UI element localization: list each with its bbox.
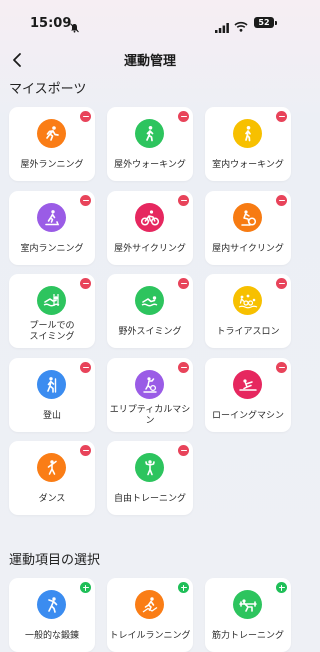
general-exercise-icon	[37, 590, 66, 619]
remove-button[interactable]	[80, 111, 91, 122]
remove-button[interactable]	[178, 111, 189, 122]
sport-label: 屋内サイクリング	[212, 243, 284, 254]
outdoor-walking-icon	[135, 119, 164, 148]
sport-card-free-training[interactable]: 自由トレーニング	[107, 441, 193, 515]
remove-button[interactable]	[276, 362, 287, 373]
sport-label: 室内ウォーキング	[212, 159, 284, 170]
sport-label: ローイングマシン	[211, 410, 284, 421]
select-sports-title: 運動項目の選択	[9, 553, 101, 568]
elliptical-icon	[135, 370, 164, 399]
indoor-walking-icon	[233, 119, 262, 148]
sport-card-indoor-running[interactable]: 室内ランニング	[9, 191, 95, 265]
sport-card-dance[interactable]: ダンス	[9, 441, 95, 515]
remove-button[interactable]	[80, 362, 91, 373]
sport-label: 野外スイミング	[118, 326, 182, 337]
remove-button[interactable]	[276, 195, 287, 206]
sport-label: エリプティカルマシン	[109, 405, 191, 426]
nav-bar: 運動管理	[0, 46, 300, 74]
remove-button[interactable]	[178, 195, 189, 206]
sport-label: プールでの スイミング	[29, 321, 75, 342]
rowing-machine-icon	[233, 370, 262, 399]
remove-button[interactable]	[80, 278, 91, 289]
free-training-icon	[135, 453, 164, 482]
sport-label: 一般的な鍛錬	[24, 630, 79, 641]
trail-running-icon	[135, 590, 164, 619]
strength-training-icon	[233, 590, 262, 619]
sport-card-rowing-machine[interactable]: ローイングマシン	[205, 358, 291, 432]
sport-card-outdoor-walking[interactable]: 屋外ウォーキング	[107, 107, 193, 181]
sport-card-strength-training[interactable]: 筋力トレーニング	[205, 578, 291, 652]
sport-label: 室内ランニング	[20, 243, 84, 254]
sport-card-pool-swimming[interactable]: プールでの スイミング	[9, 274, 95, 348]
sport-card-climbing[interactable]: 登山	[9, 358, 95, 432]
remove-button[interactable]	[178, 362, 189, 373]
sport-card-indoor-walking[interactable]: 室内ウォーキング	[205, 107, 291, 181]
bell-slash-icon	[70, 18, 79, 37]
sport-label: 登山	[42, 410, 61, 421]
sport-card-open-water-swimming[interactable]: 野外スイミング	[107, 274, 193, 348]
sport-label: 屋外ランニング	[20, 159, 84, 170]
indoor-running-icon	[37, 203, 66, 232]
signal-icon	[215, 18, 229, 37]
remove-button[interactable]	[178, 278, 189, 289]
status-bar: 15:09 52	[0, 0, 300, 46]
open-water-swimming-icon	[135, 286, 164, 315]
add-button[interactable]	[178, 582, 189, 593]
remove-button[interactable]	[276, 111, 287, 122]
sport-label: トライアスロン	[216, 326, 280, 337]
my-sports-title: マイスポーツ	[9, 82, 87, 97]
outdoor-cycling-icon	[135, 203, 164, 232]
sport-label: 筋力トレーニング	[211, 630, 284, 641]
sport-card-outdoor-cycling[interactable]: 屋外サイクリング	[107, 191, 193, 265]
sport-card-general-exercise[interactable]: 一般的な鍛錬	[9, 578, 95, 652]
sport-card-triathlon[interactable]: トライアスロン	[205, 274, 291, 348]
remove-button[interactable]	[276, 278, 287, 289]
add-button[interactable]	[80, 582, 91, 593]
dance-icon	[37, 453, 66, 482]
sport-card-outdoor-running[interactable]: 屋外ランニング	[9, 107, 95, 181]
remove-button[interactable]	[80, 445, 91, 456]
remove-button[interactable]	[178, 445, 189, 456]
sport-label: ダンス	[38, 493, 66, 504]
outdoor-running-icon	[37, 119, 66, 148]
sport-card-indoor-cycling[interactable]: 屋内サイクリング	[205, 191, 291, 265]
status-time: 15:09	[30, 16, 72, 31]
pool-swimming-icon	[37, 286, 66, 315]
triathlon-icon	[233, 286, 262, 315]
add-button[interactable]	[276, 582, 287, 593]
climbing-icon	[37, 370, 66, 399]
sport-card-elliptical[interactable]: エリプティカルマシン	[107, 358, 193, 432]
battery-indicator: 52	[254, 17, 277, 28]
page-title: 運動管理	[123, 54, 176, 69]
wifi-icon	[234, 17, 248, 36]
sport-label: 自由トレーニング	[113, 493, 186, 504]
indoor-cycling-icon	[233, 203, 262, 232]
sport-label: 屋外ウォーキング	[114, 159, 186, 170]
sport-label: 屋外サイクリング	[114, 243, 186, 254]
sport-label: トレイルランニング	[109, 630, 191, 641]
sport-card-trail-running[interactable]: トレイルランニング	[107, 578, 193, 652]
remove-button[interactable]	[80, 195, 91, 206]
